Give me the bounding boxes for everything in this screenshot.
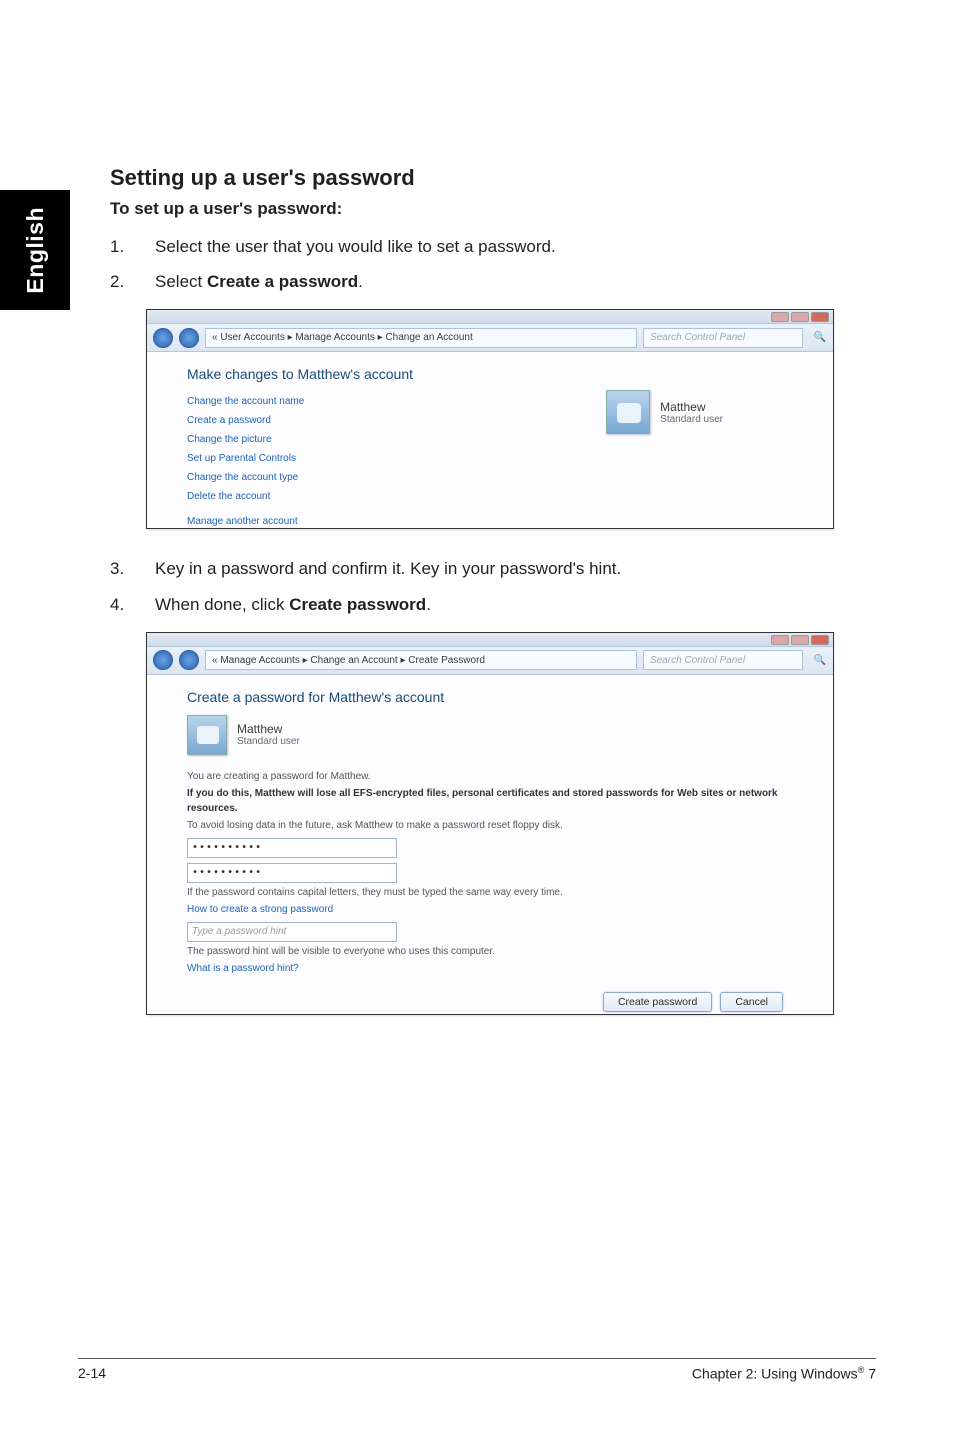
- user-info: Matthew Standard user: [237, 722, 300, 747]
- close-button[interactable]: [811, 312, 829, 322]
- main-content: Setting up a user's password To set up a…: [110, 165, 900, 1041]
- section-title: Make changes to Matthew's account: [187, 366, 793, 382]
- user-name: Matthew: [237, 722, 300, 736]
- step-text: Key in a password and confirm it. Key in…: [155, 555, 900, 582]
- text-capitals: If the password contains capital letters…: [187, 885, 793, 900]
- step-2: 2. Select Create a password.: [110, 268, 900, 295]
- window-controls: [771, 635, 829, 645]
- user-role: Standard user: [660, 414, 723, 425]
- text-creating: You are creating a password for Matthew.: [187, 769, 793, 784]
- step-4: 4. When done, click Create password.: [110, 591, 900, 618]
- avatar: [606, 390, 650, 434]
- step-number: 1.: [110, 233, 155, 260]
- address-bar: « User Accounts ▸ Manage Accounts ▸ Chan…: [147, 324, 833, 352]
- step-number: 3.: [110, 555, 155, 582]
- page-subheading: To set up a user's password:: [110, 199, 900, 219]
- step-bold: Create a password: [207, 272, 358, 291]
- breadcrumb[interactable]: « Manage Accounts ▸ Change an Account ▸ …: [205, 650, 637, 670]
- hint-input[interactable]: Type a password hint: [187, 922, 397, 942]
- chapter-label: Chapter 2: Using Windows® 7: [692, 1365, 876, 1382]
- instruction-list: 1. Select the user that you would like t…: [110, 233, 900, 295]
- nav-back-button[interactable]: [153, 650, 173, 670]
- instruction-list-2: 3. Key in a password and confirm it. Key…: [110, 555, 900, 617]
- page-heading: Setting up a user's password: [110, 165, 900, 191]
- footer-suffix: 7: [864, 1366, 876, 1382]
- link-change-type[interactable]: Change the account type: [187, 468, 793, 487]
- search-input[interactable]: Search Control Panel: [643, 650, 803, 670]
- user-row: Matthew Standard user: [187, 715, 793, 755]
- nav-forward-button[interactable]: [179, 650, 199, 670]
- language-tab: English: [0, 190, 70, 310]
- user-info: Matthew Standard user: [660, 400, 723, 425]
- window-titlebar: [147, 310, 833, 324]
- nav-back-button[interactable]: [153, 328, 173, 348]
- address-bar: « Manage Accounts ▸ Change an Account ▸ …: [147, 647, 833, 675]
- link-manage-another[interactable]: Manage another account: [187, 512, 793, 531]
- password-input[interactable]: ••••••••••: [187, 838, 397, 858]
- window-body: Make changes to Matthew's account Change…: [147, 352, 833, 528]
- cancel-button[interactable]: Cancel: [720, 992, 783, 1012]
- step-text: Select the user that you would like to s…: [155, 233, 900, 260]
- text-avoid: To avoid losing data in the future, ask …: [187, 818, 793, 833]
- minimize-button[interactable]: [771, 312, 789, 322]
- link-strong-password[interactable]: How to create a strong password: [187, 904, 333, 915]
- hint-placeholder: Type a password hint: [192, 926, 286, 937]
- screenshot-change-account: « User Accounts ▸ Manage Accounts ▸ Chan…: [146, 309, 834, 529]
- step-suffix: .: [358, 272, 363, 291]
- step-text: When done, click Create password.: [155, 591, 900, 618]
- language-label: English: [22, 207, 49, 294]
- button-row: Create password Cancel: [187, 992, 793, 1012]
- user-role: Standard user: [237, 736, 300, 747]
- page-number: 2-14: [78, 1365, 106, 1382]
- step-number: 4.: [110, 591, 155, 618]
- step-suffix: .: [426, 595, 431, 614]
- step-text: Select Create a password.: [155, 268, 900, 295]
- step-number: 2.: [110, 268, 155, 295]
- search-input[interactable]: Search Control Panel: [643, 328, 803, 348]
- screenshot-create-password: « Manage Accounts ▸ Change an Account ▸ …: [146, 632, 834, 1015]
- confirm-password-input[interactable]: ••••••••••: [187, 863, 397, 883]
- page-footer: 2-14 Chapter 2: Using Windows® 7: [78, 1358, 876, 1382]
- step-prefix: Select: [155, 272, 207, 291]
- link-delete-account[interactable]: Delete the account: [187, 487, 793, 506]
- user-tile: Matthew Standard user: [606, 390, 723, 434]
- window-controls: [771, 312, 829, 322]
- link-password-hint[interactable]: What is a password hint?: [187, 963, 299, 974]
- text-hint-visible: The password hint will be visible to eve…: [187, 944, 793, 959]
- window-titlebar: [147, 633, 833, 647]
- maximize-button[interactable]: [791, 635, 809, 645]
- minimize-button[interactable]: [771, 635, 789, 645]
- link-parental-controls[interactable]: Set up Parental Controls: [187, 449, 793, 468]
- search-icon[interactable]: 🔍: [813, 331, 827, 345]
- step-3: 3. Key in a password and confirm it. Key…: [110, 555, 900, 582]
- create-password-button[interactable]: Create password: [603, 992, 712, 1012]
- avatar: [187, 715, 227, 755]
- step-1: 1. Select the user that you would like t…: [110, 233, 900, 260]
- user-name: Matthew: [660, 400, 723, 414]
- step-prefix: When done, click: [155, 595, 289, 614]
- maximize-button[interactable]: [791, 312, 809, 322]
- search-icon[interactable]: 🔍: [813, 653, 827, 667]
- text-warning: If you do this, Matthew will lose all EF…: [187, 786, 793, 816]
- footer-prefix: Chapter 2: Using Windows: [692, 1366, 858, 1382]
- step-bold: Create password: [289, 595, 426, 614]
- nav-forward-button[interactable]: [179, 328, 199, 348]
- window-body: Create a password for Matthew's account …: [147, 675, 833, 1014]
- breadcrumb[interactable]: « User Accounts ▸ Manage Accounts ▸ Chan…: [205, 328, 637, 348]
- section-title: Create a password for Matthew's account: [187, 689, 793, 705]
- close-button[interactable]: [811, 635, 829, 645]
